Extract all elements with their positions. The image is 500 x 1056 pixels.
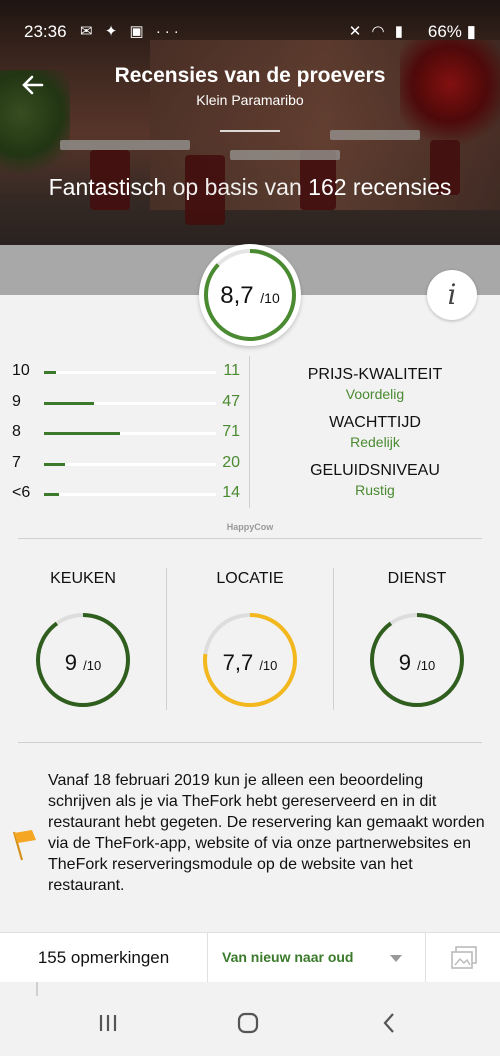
distribution-bar-track xyxy=(44,493,216,496)
subscore-keuken: KEUKEN 9 /10 xyxy=(0,548,166,718)
distribution-bar xyxy=(44,401,94,405)
distribution-row: 7 20 xyxy=(12,454,240,476)
home-icon[interactable] xyxy=(236,1012,266,1038)
attribute-noise-level: GELUIDSNIVEAU Rustig xyxy=(310,462,440,498)
status-bar: 23:36 ✉ ✦ ▣ ··· ✕ ◠ ▮ 66% ▮ xyxy=(0,0,500,64)
distribution-bar-track xyxy=(44,462,216,466)
distribution-count: 71 xyxy=(222,423,240,440)
subscore-dienst: DIENST 9 /10 xyxy=(334,548,500,718)
status-time: 23:36 xyxy=(24,22,67,41)
distribution-bar-track xyxy=(44,371,216,374)
distribution-label: 10 xyxy=(12,362,30,379)
overall-score: 8,7 xyxy=(220,282,254,309)
attribute-price-quality: PRIJS-KWALITEIT Voordelig xyxy=(307,366,443,402)
battery-level: 66% ▮ xyxy=(427,22,476,41)
attribute-waiting-time: WACHTTIJD Redelijk xyxy=(329,414,421,450)
overall-score-badge: 8,7 /10 xyxy=(199,244,301,346)
distribution-label: 7 xyxy=(12,453,21,471)
photos-icon[interactable] xyxy=(450,945,478,971)
distribution-row: 8 71 xyxy=(12,423,240,445)
page-title: Recensies van de proevers xyxy=(114,64,386,87)
distribution-count: 20 xyxy=(222,453,240,471)
notification-icons: ✉ ✦ ▣ ··· xyxy=(80,23,183,40)
distribution-label: 9 xyxy=(12,392,21,410)
distribution-count: 11 xyxy=(223,362,240,379)
comments-count: 155 opmerkingen xyxy=(37,948,170,967)
chevron-down-icon xyxy=(390,955,402,962)
sort-dropdown[interactable]: Van nieuw naar oud xyxy=(208,933,425,983)
distribution-bar-track xyxy=(44,401,216,405)
flag-icon xyxy=(10,828,40,862)
distribution-row: 10 11 xyxy=(12,362,240,384)
divider xyxy=(220,130,280,132)
distribution-bar xyxy=(44,432,120,435)
distribution-bar xyxy=(44,462,65,466)
distribution-row: 9 47 xyxy=(12,393,240,415)
distribution-count: 47 xyxy=(222,392,240,410)
back-icon[interactable] xyxy=(378,1012,408,1038)
distribution-label: 8 xyxy=(12,423,21,440)
system-navigation-bar xyxy=(0,982,500,1056)
recent-apps-icon[interactable] xyxy=(96,1012,126,1038)
restaurant-name: Klein Paramaribo xyxy=(196,92,304,108)
distribution-bar xyxy=(44,371,57,374)
review-policy-notice: Vanaf 18 februari 2019 kun je alleen een… xyxy=(48,772,485,894)
distribution-label: <6 xyxy=(12,484,31,501)
distribution-row: <6 14 xyxy=(12,484,240,506)
distribution-bar xyxy=(44,493,60,496)
subscore-locatie: LOCATIE 7,7 /10 xyxy=(167,548,333,718)
rating-headline: Fantastisch op basis van 162 recensies xyxy=(48,174,452,200)
sort-selected-value: Van nieuw naar oud xyxy=(222,949,354,965)
distribution-bar-track xyxy=(44,432,216,435)
distribution-count: 14 xyxy=(222,484,240,501)
info-icon[interactable]: i xyxy=(427,270,477,320)
watermark-credit: HappyCow xyxy=(226,522,274,532)
reviews-toolbar: 155 opmerkingen Van nieuw naar oud xyxy=(0,932,500,983)
signal-icons: ✕ ◠ ▮ xyxy=(348,23,406,40)
